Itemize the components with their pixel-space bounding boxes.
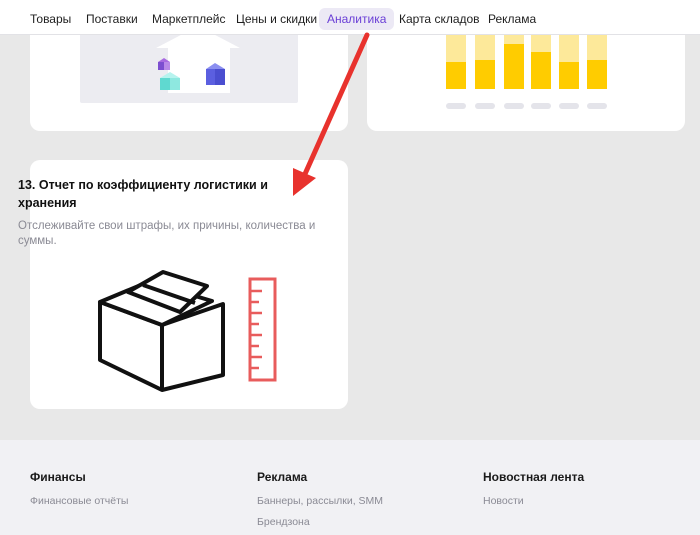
annotation-arrow <box>293 32 370 196</box>
